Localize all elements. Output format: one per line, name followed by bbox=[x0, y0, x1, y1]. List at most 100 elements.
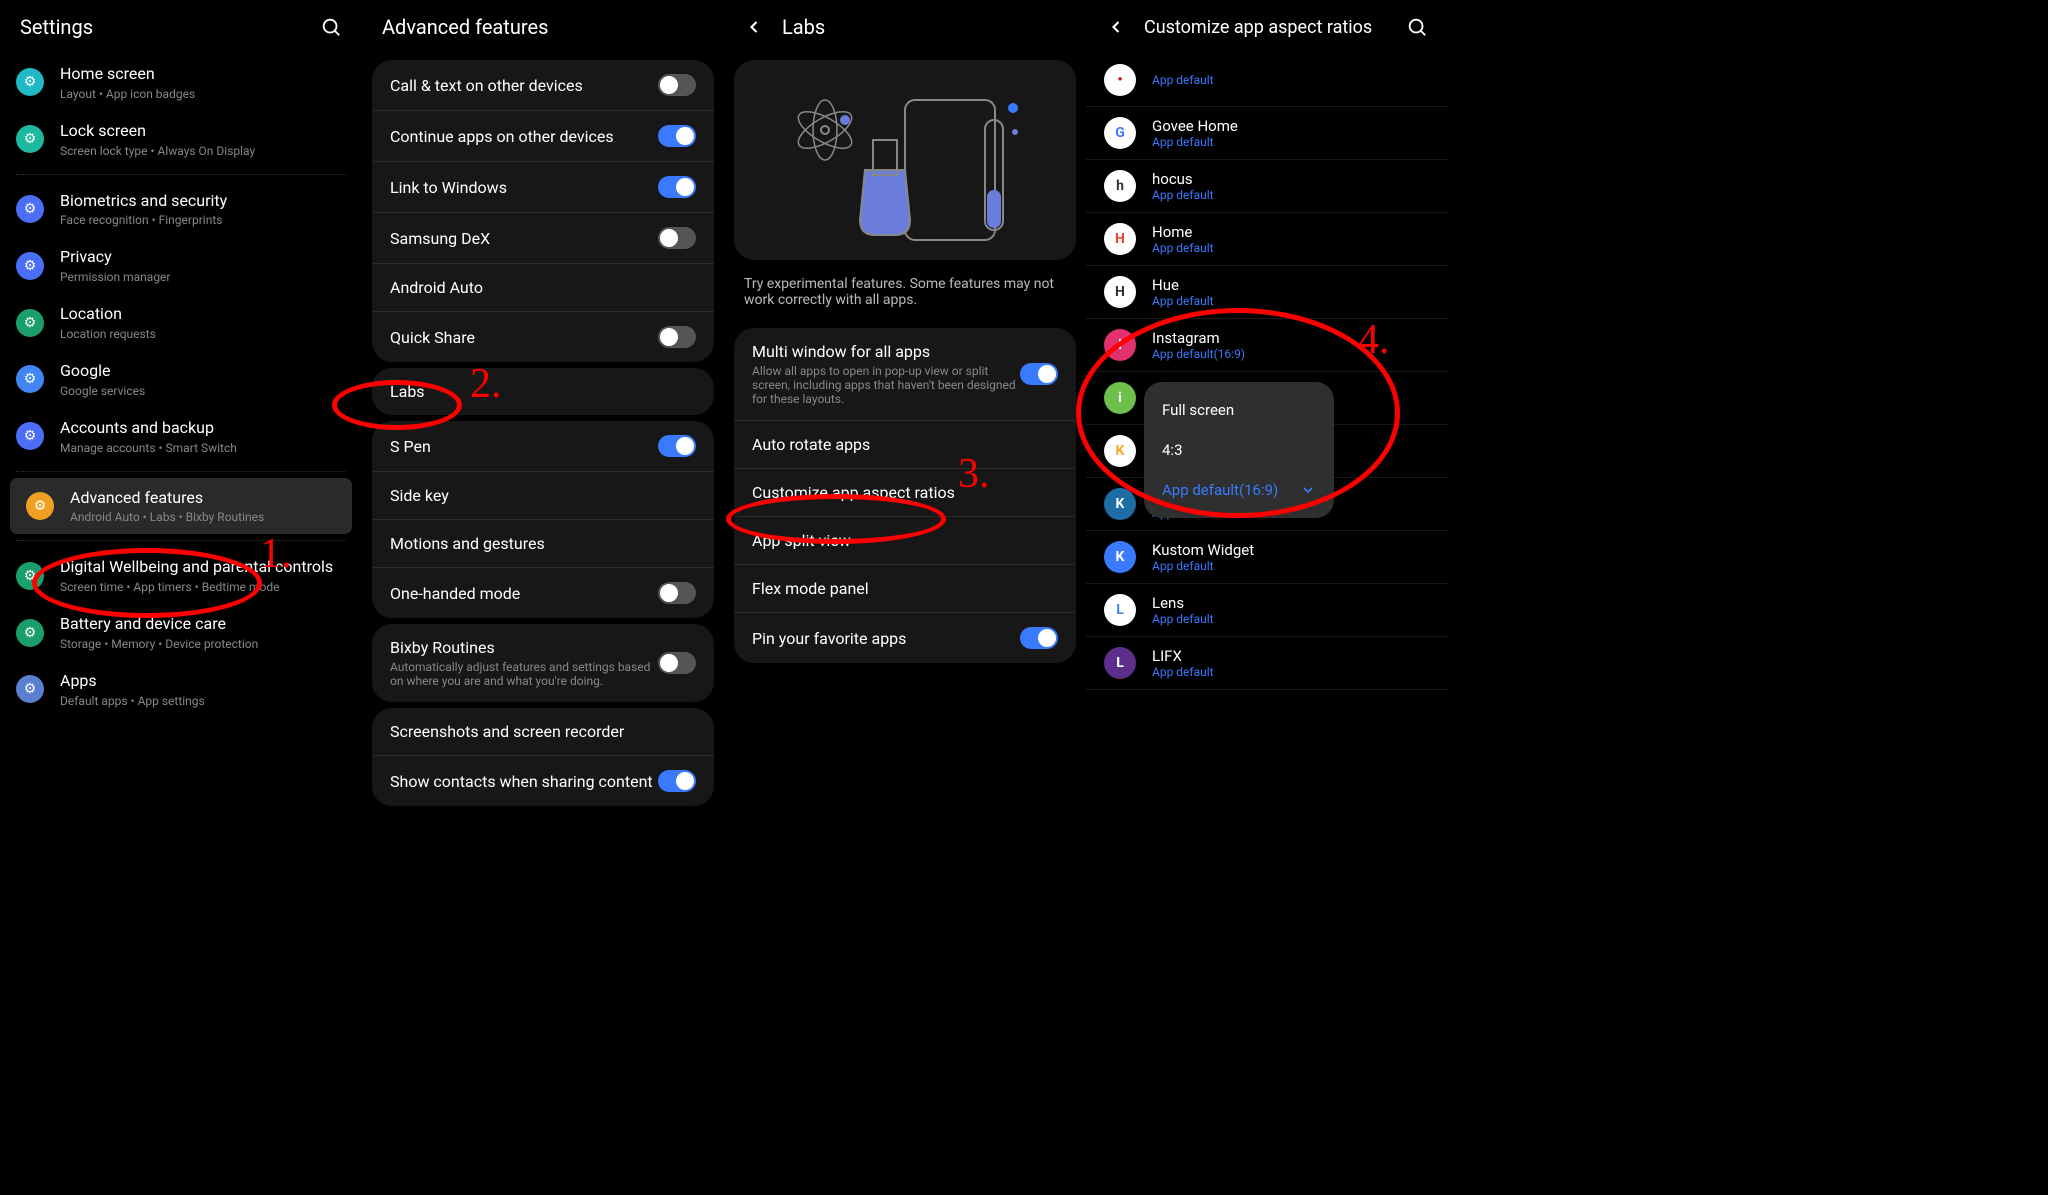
feature-row[interactable]: Quick Share bbox=[372, 312, 714, 362]
labs-intro: Try experimental features. Some features… bbox=[724, 266, 1086, 322]
feature-row[interactable]: Samsung DeX bbox=[372, 213, 714, 264]
app-sub: App default bbox=[1152, 665, 1214, 679]
toggle[interactable] bbox=[1020, 363, 1058, 385]
settings-item-icon: ⚙ bbox=[16, 562, 44, 590]
settings-item-sub: Storage • Memory • Device protection bbox=[60, 637, 346, 651]
feature-title: One-handed mode bbox=[390, 584, 658, 603]
app-icon: h bbox=[1104, 170, 1136, 202]
app-name: Govee Home bbox=[1152, 117, 1238, 135]
annotation-label-4: 4. bbox=[1358, 316, 1390, 364]
feature-row[interactable]: Bixby RoutinesAutomatically adjust featu… bbox=[372, 624, 714, 702]
dropdown-option[interactable]: App default(16:9) bbox=[1144, 470, 1334, 510]
feature-title: Continue apps on other devices bbox=[390, 127, 658, 146]
feature-row[interactable]: S Pen bbox=[372, 421, 714, 472]
settings-item-title: Accounts and backup bbox=[60, 418, 346, 439]
page-title: Labs bbox=[782, 15, 825, 39]
app-name: LIFX bbox=[1152, 647, 1214, 665]
toggle[interactable] bbox=[658, 227, 696, 249]
feature-row[interactable]: Labs bbox=[372, 368, 714, 415]
toggle[interactable] bbox=[658, 435, 696, 457]
app-icon: i bbox=[1104, 382, 1136, 414]
settings-item[interactable]: ⚙ Home screen Layout • App icon badges bbox=[0, 54, 362, 111]
app-row[interactable]: G Govee Home App default bbox=[1086, 107, 1448, 160]
settings-item-icon: ⚙ bbox=[16, 675, 44, 703]
app-sub: App default bbox=[1152, 73, 1214, 87]
feature-row[interactable]: Android Auto bbox=[372, 264, 714, 312]
feature-row[interactable]: Motions and gestures bbox=[372, 520, 714, 568]
app-icon: K bbox=[1104, 541, 1136, 573]
advanced-header: Advanced features bbox=[362, 0, 724, 54]
settings-item[interactable]: ⚙ Apps Default apps • App settings bbox=[0, 661, 362, 718]
settings-item-title: Battery and device care bbox=[60, 614, 346, 635]
feature-row[interactable]: Side key bbox=[372, 472, 714, 520]
settings-item[interactable]: ⚙ Digital Wellbeing and parental control… bbox=[0, 547, 362, 604]
search-icon[interactable] bbox=[320, 16, 342, 38]
dropdown-option[interactable]: 4:3 bbox=[1144, 430, 1334, 470]
app-icon: K bbox=[1104, 435, 1136, 467]
app-icon: • bbox=[1104, 64, 1136, 96]
settings-item-title: Digital Wellbeing and parental controls bbox=[60, 557, 346, 578]
app-row[interactable]: L LIFX App default bbox=[1086, 637, 1448, 690]
app-row[interactable]: h hocus App default bbox=[1086, 160, 1448, 213]
settings-item-sub: Screen lock type • Always On Display bbox=[60, 144, 346, 158]
feature-row[interactable]: One-handed mode bbox=[372, 568, 714, 618]
labs-row[interactable]: App split view bbox=[734, 517, 1076, 565]
feature-row[interactable]: Continue apps on other devices bbox=[372, 111, 714, 162]
labs-row[interactable]: Customize app aspect ratios bbox=[734, 469, 1076, 517]
labs-row-title: App split view bbox=[752, 531, 1058, 550]
app-row[interactable]: H Home App default bbox=[1086, 213, 1448, 266]
settings-item[interactable]: ⚙ Lock screen Screen lock type • Always … bbox=[0, 111, 362, 168]
settings-item-icon: ⚙ bbox=[16, 619, 44, 647]
app-row[interactable]: I Instagram App default(16:9) bbox=[1086, 319, 1448, 372]
app-icon: I bbox=[1104, 329, 1136, 361]
toggle[interactable] bbox=[658, 176, 696, 198]
settings-item[interactable]: ⚙ Location Location requests bbox=[0, 294, 362, 351]
settings-item-icon: ⚙ bbox=[26, 492, 54, 520]
settings-header: Settings bbox=[0, 0, 362, 54]
back-icon[interactable] bbox=[744, 17, 764, 37]
settings-item[interactable]: ⚙ Advanced features Android Auto • Labs … bbox=[10, 478, 352, 535]
dropdown-option[interactable]: Full screen bbox=[1144, 390, 1334, 430]
labs-row[interactable]: Multi window for all appsAllow all apps … bbox=[734, 328, 1076, 421]
labs-row-title: Multi window for all apps bbox=[752, 342, 1020, 361]
settings-item-title: Lock screen bbox=[60, 121, 346, 142]
feature-row[interactable]: Screenshots and screen recorder bbox=[372, 708, 714, 756]
labs-row-title: Auto rotate apps bbox=[752, 435, 1058, 454]
aspect-dropdown[interactable]: Full screen4:3App default(16:9) bbox=[1144, 382, 1334, 518]
app-icon: H bbox=[1104, 223, 1136, 255]
settings-item-icon: ⚙ bbox=[16, 125, 44, 153]
toggle[interactable] bbox=[658, 770, 696, 792]
settings-item[interactable]: ⚙ Privacy Permission manager bbox=[0, 237, 362, 294]
back-icon[interactable] bbox=[1106, 17, 1126, 37]
app-icon: H bbox=[1104, 276, 1136, 308]
app-sub: App default bbox=[1152, 135, 1238, 149]
settings-item-title: Home screen bbox=[60, 64, 346, 85]
app-name: Home bbox=[1152, 223, 1214, 241]
search-icon[interactable] bbox=[1406, 16, 1428, 38]
app-row[interactable]: K Kustom Widget App default bbox=[1086, 531, 1448, 584]
feature-row[interactable]: Link to Windows bbox=[372, 162, 714, 213]
app-row[interactable]: • App default bbox=[1086, 54, 1448, 107]
labs-header: Labs bbox=[724, 0, 1086, 54]
settings-item[interactable]: ⚙ Google Google services bbox=[0, 351, 362, 408]
settings-item[interactable]: ⚙ Battery and device care Storage • Memo… bbox=[0, 604, 362, 661]
toggle[interactable] bbox=[658, 125, 696, 147]
labs-row[interactable]: Flex mode panel bbox=[734, 565, 1076, 613]
settings-item-sub: Screen time • App timers • Bedtime mode bbox=[60, 580, 346, 594]
toggle[interactable] bbox=[1020, 627, 1058, 649]
app-name: Hue bbox=[1152, 276, 1214, 294]
labs-row[interactable]: Auto rotate apps bbox=[734, 421, 1076, 469]
feature-row[interactable]: Call & text on other devices bbox=[372, 60, 714, 111]
toggle[interactable] bbox=[658, 74, 696, 96]
settings-item[interactable]: ⚙ Accounts and backup Manage accounts • … bbox=[0, 408, 362, 465]
toggle[interactable] bbox=[658, 652, 696, 674]
toggle[interactable] bbox=[658, 326, 696, 348]
toggle[interactable] bbox=[658, 582, 696, 604]
app-name: Kustom Widget bbox=[1152, 541, 1254, 559]
feature-row[interactable]: Show contacts when sharing content bbox=[372, 756, 714, 806]
settings-item[interactable]: ⚙ Biometrics and security Face recogniti… bbox=[0, 181, 362, 238]
app-row[interactable]: H Hue App default bbox=[1086, 266, 1448, 319]
app-row[interactable]: L Lens App default bbox=[1086, 584, 1448, 637]
page-title: Advanced features bbox=[382, 15, 548, 39]
labs-row[interactable]: Pin your favorite apps bbox=[734, 613, 1076, 663]
